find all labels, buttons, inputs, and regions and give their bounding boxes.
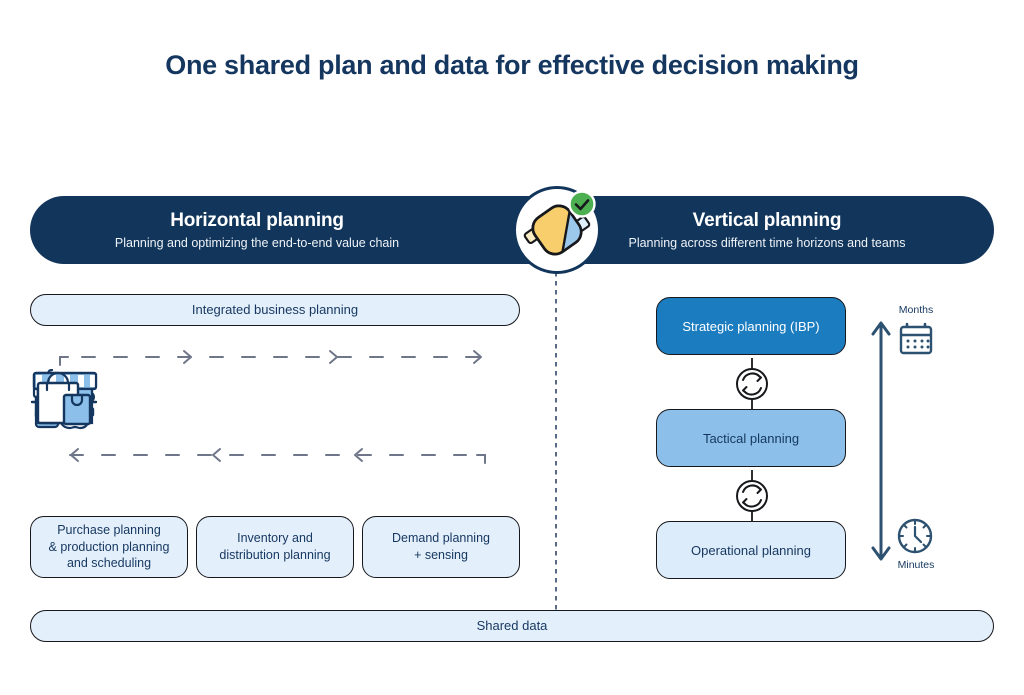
vertical-planning-subtitle: Planning across different time horizons … <box>628 236 906 250</box>
double-headed-vertical-arrow <box>868 318 894 564</box>
calendar-icon <box>898 322 934 361</box>
inventory-distribution-planning-label: Inventory and distribution planning <box>219 531 331 562</box>
horizontal-planning-subtitle: Planning and optimizing the end-to-end v… <box>114 236 400 250</box>
purchase-production-planning-label: Purchase planning & production planning … <box>48 522 170 571</box>
check-circle-icon <box>568 190 596 218</box>
page-title: One shared plan and data for effective d… <box>165 50 859 80</box>
refresh-cycle-icon <box>731 470 773 522</box>
shared-data-bar: Shared data <box>30 610 994 642</box>
dashed-right-arrow <box>59 350 482 366</box>
plan-connect-badge-icon <box>513 186 601 274</box>
diagram-canvas: One shared plan and data for effective d… <box>0 0 1024 695</box>
axis-bottom-label: Minutes <box>897 559 935 571</box>
demand-planning-sensing-label: Demand planning + sensing <box>392 531 490 562</box>
integrated-business-planning-bar: Integrated business planning <box>30 294 520 326</box>
center-divider <box>555 272 557 610</box>
tactical-planning-box: Tactical planning <box>656 409 846 467</box>
clock-icon <box>896 517 934 560</box>
inventory-distribution-planning-box: Inventory and distribution planning <box>196 516 354 578</box>
header-banner: Horizontal planning Planning and optimiz… <box>30 196 994 264</box>
horizontal-planning-title: Horizontal planning <box>170 210 344 231</box>
banner-half-horizontal: Horizontal planning Planning and optimiz… <box>30 196 512 264</box>
tactical-planning-label: Tactical planning <box>702 430 800 446</box>
vertical-planning-title: Vertical planning <box>692 210 842 231</box>
refresh-cycle-icon <box>731 358 773 410</box>
purchase-production-planning-box: Purchase planning & production planning … <box>30 516 188 578</box>
supply-chain-flow <box>30 345 520 480</box>
operational-planning-box: Operational planning <box>656 521 846 579</box>
operational-planning-label: Operational planning <box>691 542 811 558</box>
demand-planning-sensing-box: Demand planning + sensing <box>362 516 520 578</box>
axis-top-label: Months <box>898 304 934 316</box>
strategic-planning-label: Strategic planning (IBP) <box>682 318 820 334</box>
strategic-planning-box: Strategic planning (IBP) <box>656 297 846 355</box>
